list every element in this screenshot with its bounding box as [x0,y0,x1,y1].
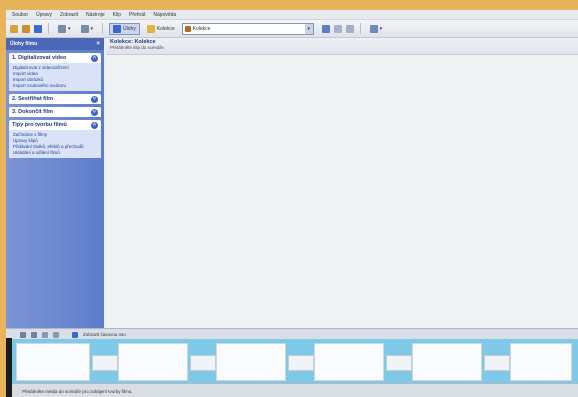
movie-tasks-title-bar: Úlohy filmu × [6,38,104,50]
undo-button[interactable]: ▾ [55,24,74,34]
toolbar-separator [48,23,49,34]
status-bar: Přetáhněte média do scénáře pro zahájení… [6,383,578,397]
chevron-down-icon[interactable]: ˅ [91,95,98,103]
task-section-label: Tipy pro tvorbu filmů [12,122,67,128]
show-timeline-label[interactable]: Zobrazit časovou osu [83,332,126,337]
task-section-label: 3. Dokončit film [12,109,53,115]
zoom-in-icon[interactable] [20,331,26,338]
task-section-header[interactable]: 2. Sestřihat film ˅ [9,94,101,104]
collection-pane[interactable]: Kolekce: Kolekce Přetáhněte klip do scén… [106,38,578,338]
timeline-icon[interactable] [72,331,78,338]
collection-header: Kolekce: Kolekce Přetáhněte klip do scén… [106,38,578,55]
task-section-edit: 2. Sestřihat film ˅ [9,94,101,104]
transition-slot[interactable] [484,355,510,371]
screen: Soubor Úpravy Zobrazit Nástroje Klip Pře… [6,10,578,397]
task-section-header[interactable]: 1. Digitalizovat video ˄ [9,53,101,63]
movie-tasks-title: Úlohy filmu [10,41,38,47]
chevron-down-icon[interactable]: ▾ [304,23,313,34]
views-dropdown-icon: ▾ [379,25,383,32]
undo-icon [58,24,66,33]
toolbar-separator [359,23,361,34]
views-button[interactable]: ▾ [367,24,386,34]
storyboard-frame[interactable] [16,343,90,381]
task-section-finish: 3. Dokončit film ˅ [9,107,101,117]
toolbar-separator [102,23,104,34]
new-project-icon[interactable] [10,24,18,33]
views-icon [369,24,378,33]
close-icon[interactable]: × [96,41,100,47]
redo-dropdown-icon: ▾ [90,25,94,32]
transition-slot[interactable] [190,355,216,371]
menu-clip[interactable]: Klip [113,12,121,18]
rewind-icon[interactable] [42,331,48,338]
task-link[interactable]: Ukládání a sdílení filmů [13,150,97,156]
task-section-label: 1. Digitalizovat video [12,55,67,61]
task-section-tips: Tipy pro tvorbu filmů ˄ Začínáme s filmy… [9,120,101,158]
movie-tasks-pane: Úlohy filmu × 1. Digitalizovat video ˄ D… [6,38,104,338]
redo-button[interactable]: ▾ [78,24,97,34]
storyboard-frame[interactable] [118,343,188,381]
transition-slot[interactable] [288,355,314,371]
task-section-capture: 1. Digitalizovat video ˄ Digitalizovat z… [9,53,101,91]
undo-dropdown-icon: ▾ [68,25,71,32]
menu-view[interactable]: Zobrazit [60,12,78,18]
storyboard-frame[interactable] [216,343,286,381]
task-section-header[interactable]: Tipy pro tvorbu filmů ˄ [9,120,101,130]
tasks-button[interactable]: Úlohy [109,22,140,35]
storyboard-frame[interactable] [412,343,482,381]
menu-bar: Soubor Úpravy Zobrazit Nástroje Klip Pře… [6,10,578,20]
folder-icon [146,24,155,33]
menu-edit[interactable]: Úpravy [36,12,52,18]
transition-slot[interactable] [92,355,118,371]
menu-play[interactable]: Přehrát [129,12,145,18]
storyboard-frame[interactable] [510,343,572,381]
storyboard[interactable] [6,339,578,383]
cut-icon[interactable] [333,24,342,33]
storyboard-frame[interactable] [314,343,384,381]
play-icon[interactable] [53,331,59,338]
task-section-label: 2. Sestřihat film [12,96,53,102]
task-section-links: Začínáme s filmy Úpravy klipů Přidávání … [9,130,101,158]
save-icon[interactable] [34,24,42,33]
tasks-icon [113,24,122,33]
task-link[interactable]: Import zvukového souboru [13,83,97,89]
collection-select[interactable]: Kolekce ▾ [181,22,314,35]
copy-icon[interactable] [345,24,354,33]
task-section-links: Digitalizovat z videozařízení Import vid… [9,63,101,91]
chevron-up-icon[interactable]: ˄ [91,121,98,129]
menu-tools[interactable]: Nástroje [86,12,105,18]
tasks-label: Úlohy [123,25,136,32]
collections-label: Kolekce [156,25,175,32]
redo-icon [80,24,89,33]
collections-button[interactable]: Kolekce [144,24,178,34]
collection-subtitle: Přetáhněte klip do scénáře. [110,45,165,50]
up-folder-icon[interactable] [321,24,330,33]
open-project-icon[interactable] [22,24,30,33]
monitor-bezel [6,338,12,397]
chevron-up-icon[interactable]: ˄ [91,54,98,62]
transition-slot[interactable] [386,355,412,371]
collection-icon [184,25,191,32]
status-text: Přetáhněte média do scénáře pro zahájení… [22,388,133,394]
collection-select-value: Kolekce [192,25,211,32]
menu-help[interactable]: Nápověda [153,12,176,18]
task-section-header[interactable]: 3. Dokončit film ˅ [9,107,101,117]
chevron-down-icon[interactable]: ˅ [91,108,98,116]
toolbar: ▾ ▾ Úlohy Kolekce Kolekce ▾ ▾ [6,20,578,38]
zoom-out-icon[interactable] [31,331,37,338]
menu-file[interactable]: Soubor [12,12,28,18]
